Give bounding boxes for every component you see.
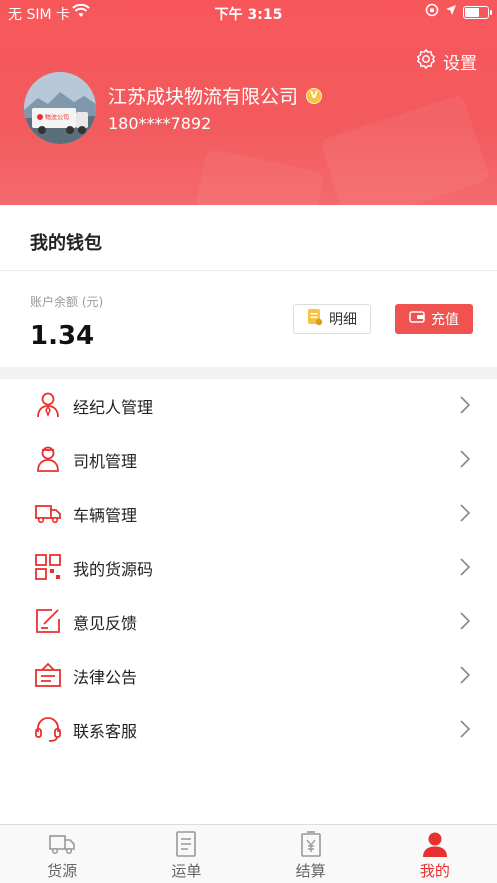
menu-item-customer-service[interactable]: 联系客服 [0, 703, 497, 757]
location-icon [445, 4, 457, 20]
recharge-button-label: 充值 [431, 312, 459, 328]
menu-item-label: 我的货源码 [73, 560, 154, 579]
menu-item-label: 意见反馈 [73, 614, 138, 633]
document-tab-icon [172, 831, 200, 857]
tab-label: 货源 [47, 862, 78, 880]
menu-item-label: 车辆管理 [73, 506, 138, 525]
menu-item-driver-management[interactable]: 司机管理 [0, 433, 497, 487]
company-name-row: 江苏成块物流有限公司 V [108, 82, 323, 109]
chevron-right-icon [459, 665, 471, 685]
header-decoration [319, 94, 491, 205]
chevron-right-icon [459, 449, 471, 469]
recharge-button[interactable]: 充值 [395, 304, 473, 334]
battery-icon [463, 5, 492, 19]
gear-icon [415, 48, 437, 75]
menu-item-label: 司机管理 [73, 452, 138, 471]
divider [0, 270, 497, 271]
settings-label: 设置 [443, 54, 477, 74]
company-name: 江苏成块物流有限公司 [108, 86, 299, 108]
chevron-right-icon [459, 395, 471, 415]
chevron-right-icon [459, 719, 471, 739]
detail-button-label: 明细 [329, 312, 357, 328]
avatar-truck-text: 物流公司 [45, 114, 69, 122]
menu-item-label: 法律公告 [73, 668, 138, 687]
menu-item-vehicle-management[interactable]: 车辆管理 [0, 487, 497, 541]
yuan-tab-icon [297, 831, 325, 857]
chevron-right-icon [459, 503, 471, 523]
tab-mine[interactable]: 我的 [373, 825, 497, 883]
announcement-icon [34, 661, 62, 689]
rotation-lock-icon [425, 3, 439, 21]
header-decoration [195, 148, 325, 205]
verified-badge: V [306, 87, 323, 104]
menu-item-label: 经纪人管理 [73, 398, 154, 417]
truck-icon [34, 499, 62, 527]
tab-cargo[interactable]: 货源 [0, 825, 124, 883]
tab-label: 结算 [295, 862, 326, 880]
balance-value: 1.34 [30, 321, 95, 351]
bill-icon [307, 308, 323, 330]
feedback-icon [34, 607, 62, 635]
menu-item-broker-management[interactable]: 经纪人管理 [0, 379, 497, 433]
profile-header: 无 SIM 卡 下午 3:15 设置 物流公司 江苏成块物流有限公司 V 180… [0, 0, 497, 205]
status-bar: 无 SIM 卡 下午 3:15 [0, 0, 497, 26]
truck-tab-icon [48, 831, 76, 857]
menu-item-my-cargo-code[interactable]: 我的货源码 [0, 541, 497, 595]
phone-number: 180****7892 [108, 114, 212, 133]
headset-icon [34, 715, 62, 743]
menu-item-legal-notice[interactable]: 法律公告 [0, 649, 497, 703]
person-tab-icon [421, 831, 449, 857]
clock: 下午 3:15 [214, 7, 283, 23]
avatar[interactable]: 物流公司 [24, 72, 96, 144]
detail-button[interactable]: 明细 [293, 304, 371, 334]
settings-button[interactable]: 设置 [415, 48, 477, 75]
chevron-right-icon [459, 557, 471, 577]
driver-icon [34, 445, 62, 473]
broker-icon [34, 391, 62, 419]
tab-bar: 货源 运单 结算 我的 [0, 824, 497, 883]
wallet-title: 我的钱包 [30, 233, 102, 254]
menu-item-feedback[interactable]: 意见反馈 [0, 595, 497, 649]
wallet-icon [409, 310, 425, 328]
tab-waybill[interactable]: 运单 [124, 825, 248, 883]
qrcode-icon [34, 553, 62, 581]
menu-item-label: 联系客服 [73, 722, 138, 741]
wallet-card: 我的钱包 账户余额 (元) 1.34 明细 充值 [0, 205, 497, 367]
chevron-right-icon [459, 611, 471, 631]
balance-label: 账户余额 (元) [30, 295, 104, 309]
tab-settlement[interactable]: 结算 [249, 825, 373, 883]
tab-label: 运单 [171, 862, 202, 880]
settings-menu: 经纪人管理 司机管理 车辆管理 我的货源码 意见反馈 法律公告 联系客服 [0, 379, 497, 824]
tab-label: 我的 [419, 862, 450, 880]
